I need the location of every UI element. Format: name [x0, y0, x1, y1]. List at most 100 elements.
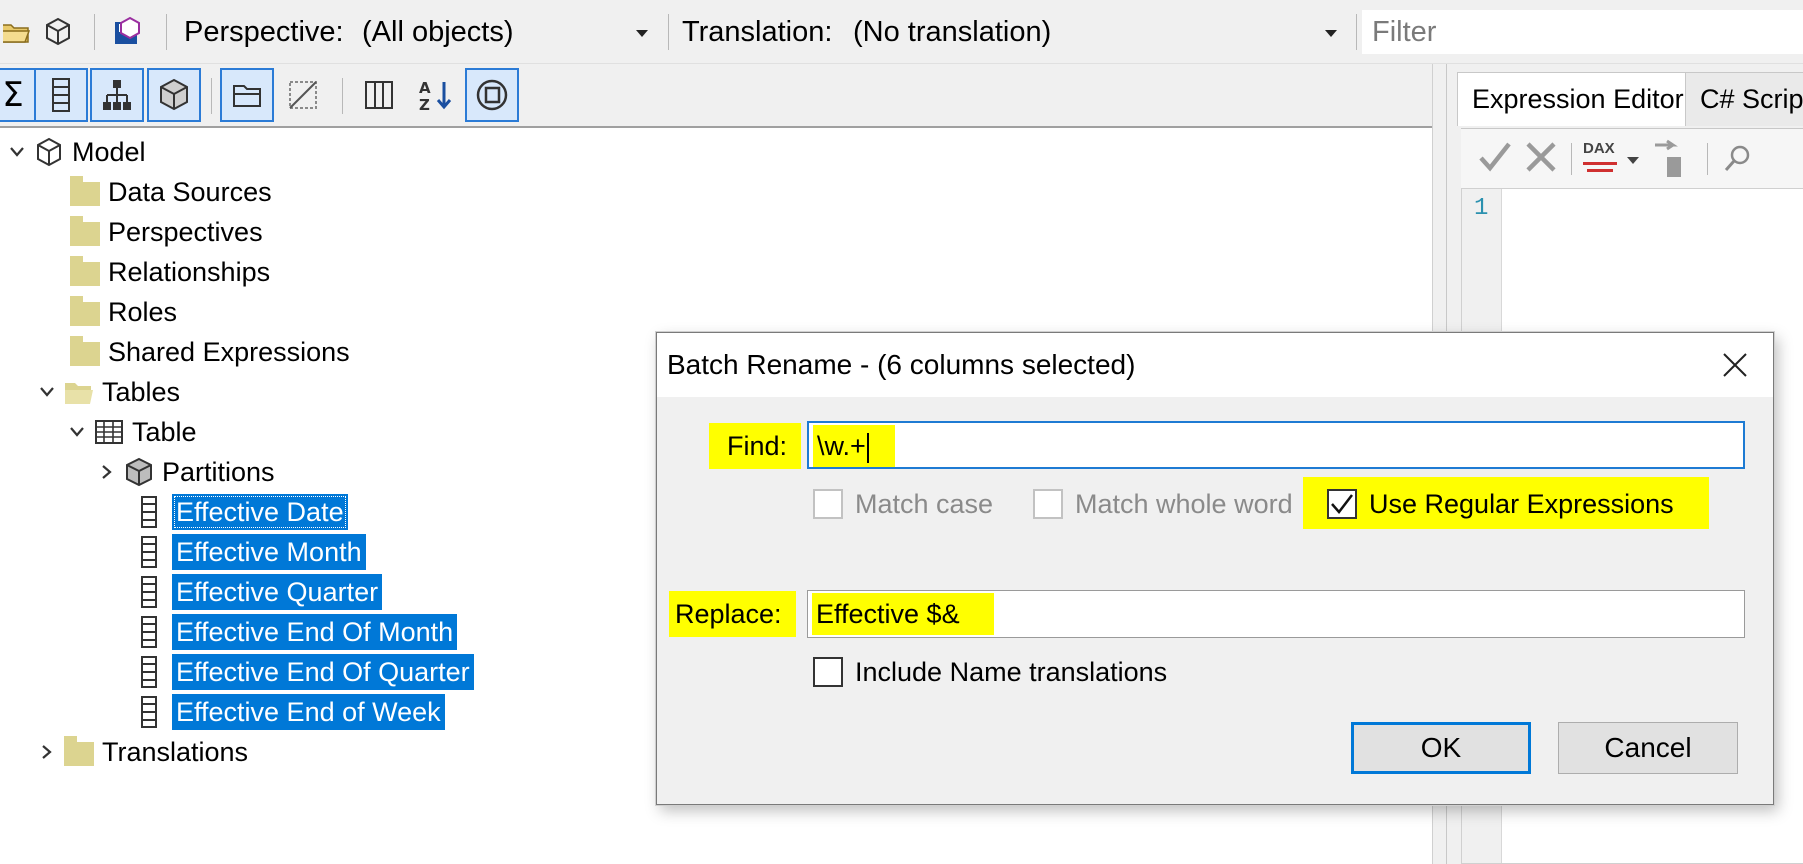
partitions-icon: [120, 454, 158, 490]
include-translations-checkbox[interactable]: Include Name translations: [813, 655, 1167, 689]
folder-icon: [60, 734, 98, 770]
tab-expression-editor[interactable]: Expression Editor: [1457, 72, 1699, 126]
tree-node-column[interactable]: Effective Quarter: [126, 572, 383, 612]
dialog-titlebar: Batch Rename - (6 columns selected): [657, 333, 1773, 397]
sort-az-icon: AZ: [419, 79, 452, 113]
tree-label: Tables: [102, 377, 181, 407]
batch-rename-dialog: Batch Rename - (6 columns selected) Find…: [656, 332, 1774, 805]
match-case-label: Match case: [855, 489, 994, 519]
folder-icon: [66, 174, 104, 210]
expression-toolbar: DAX: [1461, 128, 1803, 188]
match-whole-word-label: Match whole word: [1075, 489, 1293, 519]
column-icon: [126, 534, 172, 570]
hierarchies-toggle[interactable]: [90, 68, 144, 122]
tree-label: Effective End Of Month: [172, 614, 458, 650]
checkbox-box[interactable]: [1033, 489, 1063, 519]
open-folder-icon: [60, 374, 98, 410]
tree-node-model[interactable]: Model: [4, 132, 150, 172]
tab-csharp-script[interactable]: C# Script: [1685, 72, 1803, 126]
translation-value: (No translation): [853, 16, 1052, 48]
tree-label: Partitions: [162, 457, 275, 487]
tree-label: Table: [132, 417, 197, 447]
tree-node-column[interactable]: Effective Date: [126, 492, 348, 532]
show-info-columns-toggle[interactable]: [465, 68, 519, 122]
checkbox-box[interactable]: [813, 657, 843, 687]
hidden-objects-toggle[interactable]: [276, 68, 330, 122]
column-icon: [126, 654, 172, 690]
chevron-right-icon[interactable]: [34, 734, 60, 770]
include-translations-label: Include Name translations: [855, 657, 1168, 687]
use-regex-checkbox[interactable]: Use Regular Expressions: [1327, 487, 1674, 521]
toolbar-separator: [1356, 14, 1357, 50]
deploy-model-icon[interactable]: [40, 14, 76, 50]
tree-label: Effective Date: [172, 494, 348, 530]
top-toolbar: Perspective: (All objects) Translation: …: [0, 0, 1803, 64]
hidden-objects-icon: [289, 81, 317, 109]
close-icon[interactable]: [1715, 345, 1755, 385]
tree-node-relationships[interactable]: Relationships: [66, 252, 274, 292]
toolbar-separator: [342, 78, 343, 114]
view-toolbar: Σ AZ: [0, 64, 1432, 128]
replace-label: Replace:: [669, 591, 796, 637]
dax-formatter-icon[interactable]: DAX: [1581, 139, 1625, 179]
tree-node-roles[interactable]: Roles: [66, 292, 181, 332]
svg-text:Z: Z: [419, 96, 430, 113]
columns-toggle[interactable]: [34, 68, 88, 122]
tree-label: Perspectives: [108, 217, 263, 247]
column-icon: [126, 694, 172, 730]
info-icon: [476, 79, 508, 111]
tree-node-tables[interactable]: Tables: [34, 372, 184, 412]
hierarchy-icon: [103, 80, 131, 110]
chevron-down-icon[interactable]: [64, 414, 90, 450]
cancel-button[interactable]: Cancel: [1558, 722, 1738, 774]
tree-label: Effective Month: [172, 534, 366, 570]
tree-node-column[interactable]: Effective Month: [126, 532, 366, 572]
save-model-icon[interactable]: [110, 14, 146, 50]
checkbox-box[interactable]: [813, 489, 843, 519]
chevron-down-icon[interactable]: [1627, 157, 1639, 164]
translation-label: Translation:: [682, 16, 833, 48]
filter-input[interactable]: [1362, 10, 1803, 54]
column-icon: [52, 78, 70, 112]
partitions-toggle[interactable]: [147, 68, 201, 122]
accept-icon[interactable]: [1477, 139, 1513, 180]
column-icon: [126, 574, 172, 610]
tree-label: Translations: [102, 737, 249, 767]
text-caret: [866, 432, 869, 463]
tree-node-column[interactable]: Effective End Of Quarter: [126, 652, 474, 692]
tree-node-translations[interactable]: Translations: [34, 732, 252, 772]
chevron-down-icon[interactable]: [34, 374, 60, 410]
table-icon: [90, 414, 128, 450]
search-icon[interactable]: [1723, 143, 1753, 178]
find-input[interactable]: \w.+: [807, 421, 1745, 469]
tree-node-column[interactable]: Effective End Of Month: [126, 612, 458, 652]
tree-node-column[interactable]: Effective End of Week: [126, 692, 445, 732]
replace-input[interactable]: Effective $&: [807, 590, 1745, 638]
cancel-icon[interactable]: [1523, 139, 1559, 180]
perspective-dropdown[interactable]: (All objects): [358, 12, 656, 52]
checkmark-icon: [1331, 494, 1353, 514]
tree-node-shared-expressions[interactable]: Shared Expressions: [66, 332, 354, 372]
tree-node-partitions[interactable]: Partitions: [94, 452, 279, 492]
toolbar-separator: [166, 14, 167, 50]
metadata-columns-button[interactable]: [352, 68, 406, 122]
tree-label: Effective End Of Quarter: [172, 654, 474, 690]
chevron-right-icon[interactable]: [94, 454, 120, 490]
translation-dropdown[interactable]: (No translation): [849, 12, 1345, 52]
column-icon: [126, 614, 172, 650]
tree-node-table[interactable]: Table: [64, 412, 201, 452]
open-folder-icon[interactable]: [0, 14, 36, 50]
copy-expression-icon[interactable]: [1651, 139, 1687, 184]
match-case-checkbox[interactable]: Match case: [813, 487, 993, 521]
display-folders-toggle[interactable]: [220, 68, 274, 122]
tree-label: Effective End of Week: [172, 694, 445, 730]
sort-alphabetical-button[interactable]: AZ: [408, 68, 462, 122]
grid-columns-icon: [365, 81, 393, 109]
checkbox-box[interactable]: [1327, 489, 1357, 519]
match-whole-word-checkbox[interactable]: Match whole word: [1033, 487, 1293, 521]
chevron-down-icon[interactable]: [4, 134, 30, 170]
ok-button[interactable]: OK: [1351, 722, 1531, 774]
tree-node-perspectives[interactable]: Perspectives: [66, 212, 267, 252]
tree-node-data-sources[interactable]: Data Sources: [66, 172, 276, 212]
toolbar-separator: [1707, 143, 1708, 175]
